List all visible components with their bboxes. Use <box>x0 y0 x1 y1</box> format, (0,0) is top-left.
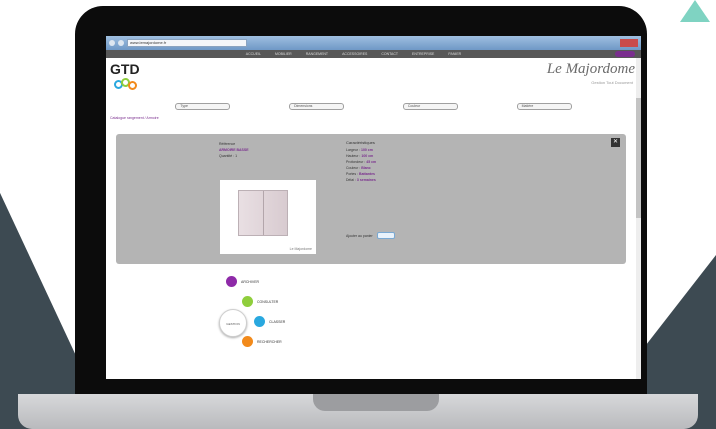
address-bar[interactable]: www.lemajordome.fr <box>127 39 247 47</box>
reference-value: ARMOIRE BASSE <box>219 148 249 152</box>
brand-subtitle: Gestion Tout Document <box>591 80 633 85</box>
browser-titlebar: www.lemajordome.fr <box>106 36 641 50</box>
filter-type-select[interactable]: Type <box>175 102 231 110</box>
process-center: GESTION <box>219 309 247 337</box>
filter-bar: Type Dimensions Couleur Matière <box>106 96 641 116</box>
cart-button[interactable] <box>615 51 635 57</box>
breadcrumb[interactable]: Catalogue rangement / Armoire <box>106 116 641 124</box>
scene: www.lemajordome.fr ACCUEIL MOBILIER RANG… <box>0 0 716 429</box>
add-to-cart-row: Ajouter au panier <box>346 232 395 239</box>
back-icon[interactable] <box>109 40 115 46</box>
specs-title: Caractéristiques <box>346 140 375 145</box>
photo-caption: Le Majordome <box>289 247 312 251</box>
logo-circles-icon <box>114 78 144 92</box>
filter-matiere-select[interactable]: Matière <box>516 102 572 110</box>
decorative-teal-triangle <box>680 0 710 22</box>
filter-couleur-select[interactable]: Couleur <box>402 102 458 110</box>
menu-item-accueil[interactable]: ACCUEIL <box>246 52 261 56</box>
step-dot-icon <box>254 316 265 327</box>
step-consulter[interactable]: CONSULTER <box>242 296 278 307</box>
step-classer[interactable]: CLASSER <box>254 316 285 327</box>
quantity-label: Quantité : 1 <box>219 154 238 158</box>
step-dot-icon <box>242 296 253 307</box>
menu-item-rangement[interactable]: RANGEMENT <box>306 52 328 56</box>
page-scrollbar[interactable] <box>636 58 641 379</box>
reference-label: Référence <box>219 142 236 146</box>
add-to-cart-label: Ajouter au panier <box>346 233 373 238</box>
step-dot-icon <box>242 336 253 347</box>
laptop-screen: www.lemajordome.fr ACCUEIL MOBILIER RANG… <box>106 36 641 379</box>
site-menubar: ACCUEIL MOBILIER RANGEMENT ACCESSOIRES C… <box>106 50 641 58</box>
step-archiver[interactable]: ARCHIVER <box>226 276 259 287</box>
step-rechercher[interactable]: RECHERCHER <box>242 336 282 347</box>
specs-list: Caractéristiques Largeur : 100 cm Hauteu… <box>346 140 496 184</box>
process-steps: GESTION ARCHIVER CONSULTER CLASSER RECHE… <box>206 276 326 376</box>
step-dot-icon <box>226 276 237 287</box>
laptop-notch <box>313 394 439 411</box>
product-photo: Le Majordome <box>220 180 316 254</box>
logo[interactable]: GTD <box>110 61 140 77</box>
product-panel: ✕ Référence ARMOIRE BASSE Quantité : 1 L… <box>116 134 626 264</box>
brand-name: Le Majordome <box>546 61 635 77</box>
menu-item-panier[interactable]: PANIER <box>448 52 461 56</box>
menu-item-mobilier[interactable]: MOBILIER <box>275 52 292 56</box>
add-to-cart-button[interactable] <box>376 232 395 239</box>
cabinet-image <box>238 190 288 236</box>
close-icon[interactable]: ✕ <box>611 138 620 147</box>
spec-row: Délai : 3 semaines <box>346 178 376 182</box>
filter-dimensions-select[interactable]: Dimensions <box>289 102 345 110</box>
menu-item-contact[interactable]: CONTACT <box>381 52 398 56</box>
site-header: GTD Le Majordome Gestion Tout Document <box>106 58 641 96</box>
scroll-thumb[interactable] <box>636 98 641 218</box>
menu-item-entreprise[interactable]: ENTREPRISE <box>412 52 434 56</box>
menu-item-accessoires[interactable]: ACCESSOIRES <box>342 52 367 56</box>
window-close-button[interactable] <box>620 39 638 47</box>
forward-icon[interactable] <box>118 40 124 46</box>
